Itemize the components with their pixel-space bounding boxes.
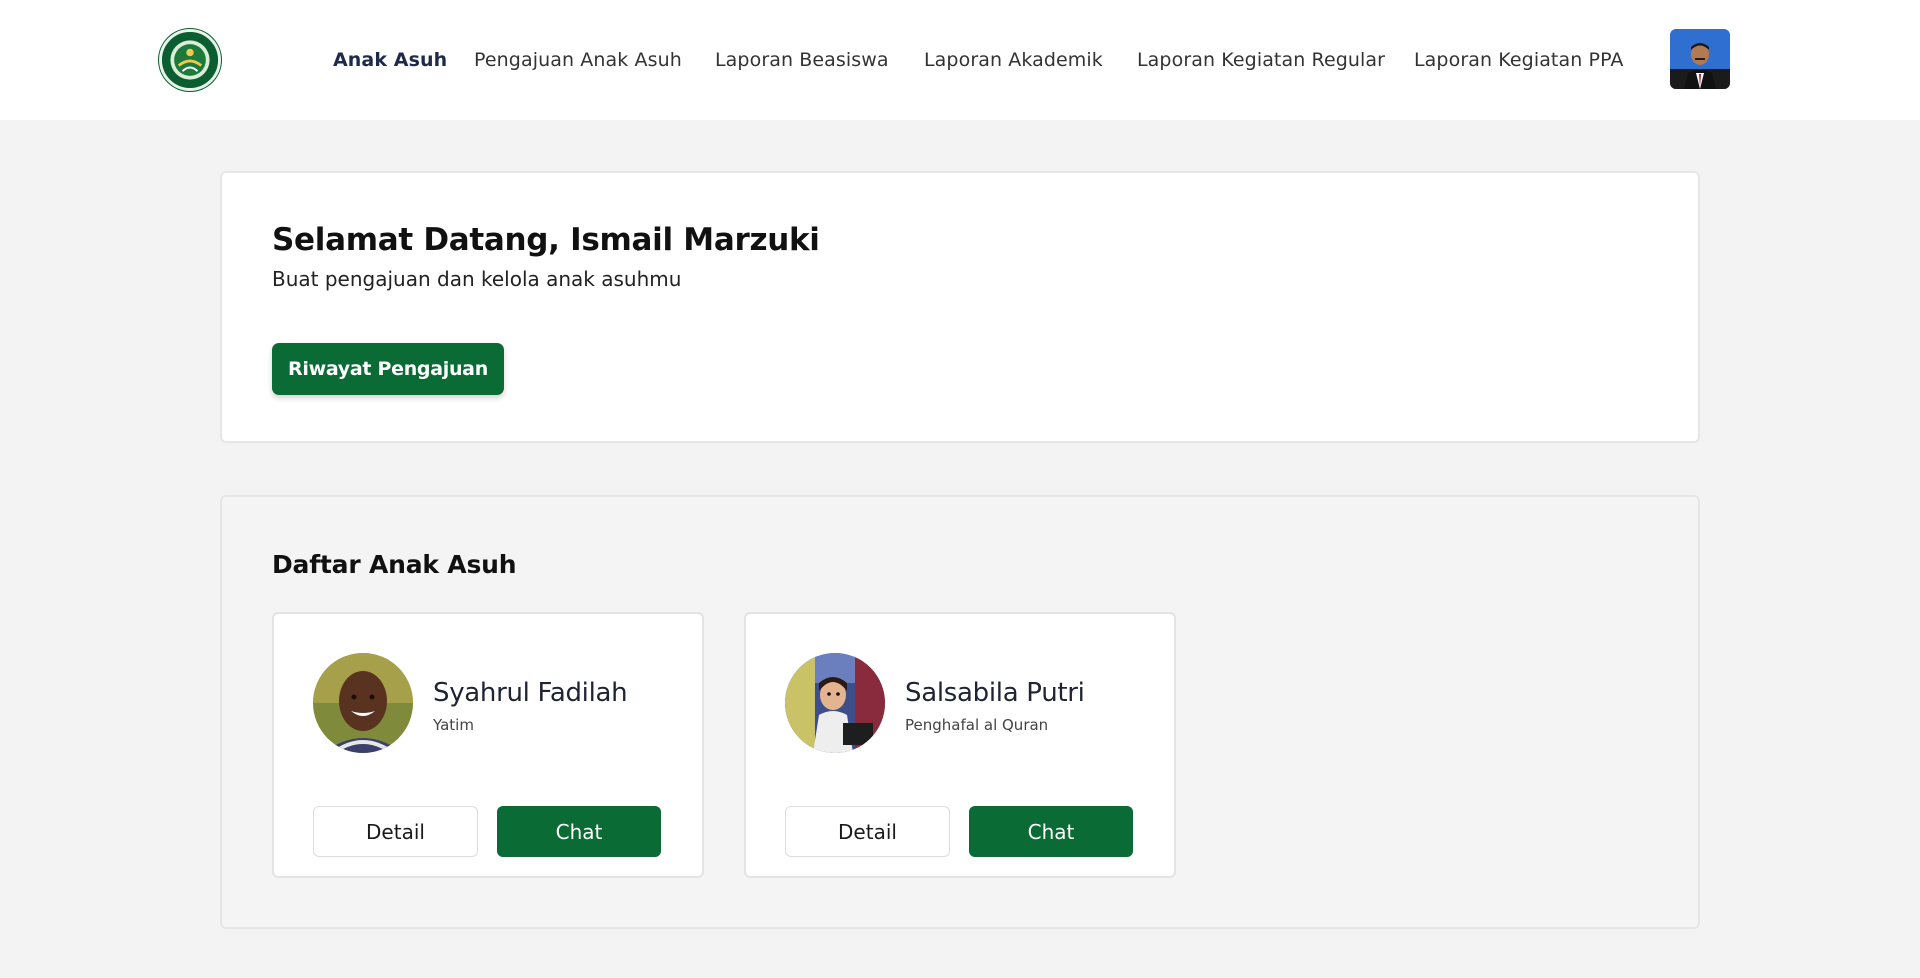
nav-laporan-akademik[interactable]: Laporan Akademik [924, 49, 1103, 71]
section-title: Daftar Anak Asuh [272, 550, 517, 579]
detail-button[interactable]: Detail [785, 806, 950, 857]
daftar-anak-asuh-section: Daftar Anak Asuh Syahrul Fadilah Yatim D… [220, 495, 1700, 929]
chat-button[interactable]: Chat [969, 806, 1133, 857]
logo-graphic [162, 32, 218, 88]
nav-laporan-kegiatan-regular[interactable]: Laporan Kegiatan Regular [1137, 49, 1385, 71]
child-photo-icon [785, 653, 885, 753]
child-card: Syahrul Fadilah Yatim Detail Chat [272, 612, 704, 878]
nav-pengajuan-anak-asuh[interactable]: Pengajuan Anak Asuh [474, 49, 682, 71]
child-status: Yatim [433, 716, 474, 734]
user-avatar[interactable] [1670, 29, 1730, 89]
child-name: Salsabila Putri [905, 678, 1085, 708]
child-avatar [313, 653, 413, 753]
detail-button[interactable]: Detail [313, 806, 478, 857]
welcome-title: Selamat Datang, Ismail Marzuki [272, 222, 820, 258]
welcome-card: Selamat Datang, Ismail Marzuki Buat peng… [220, 171, 1700, 443]
user-profile-photo-icon [1670, 29, 1730, 89]
peduli-yatim-logo-icon[interactable] [159, 29, 221, 91]
child-avatar [785, 653, 885, 753]
welcome-subtitle: Buat pengajuan dan kelola anak asuhmu [272, 267, 682, 291]
child-card: Salsabila Putri Penghafal al Quran Detai… [744, 612, 1176, 878]
nav-anak-asuh[interactable]: Anak Asuh [333, 49, 447, 71]
nav-laporan-kegiatan-ppa[interactable]: Laporan Kegiatan PPA [1414, 49, 1624, 71]
child-status: Penghafal al Quran [905, 716, 1049, 734]
top-navbar: Anak Asuh Pengajuan Anak Asuh Laporan Be… [0, 0, 1920, 120]
child-name: Syahrul Fadilah [433, 678, 628, 708]
nav-laporan-beasiswa[interactable]: Laporan Beasiswa [715, 49, 889, 71]
riwayat-pengajuan-button[interactable]: Riwayat Pengajuan [272, 343, 504, 395]
chat-button[interactable]: Chat [497, 806, 661, 857]
child-photo-icon [313, 653, 413, 753]
